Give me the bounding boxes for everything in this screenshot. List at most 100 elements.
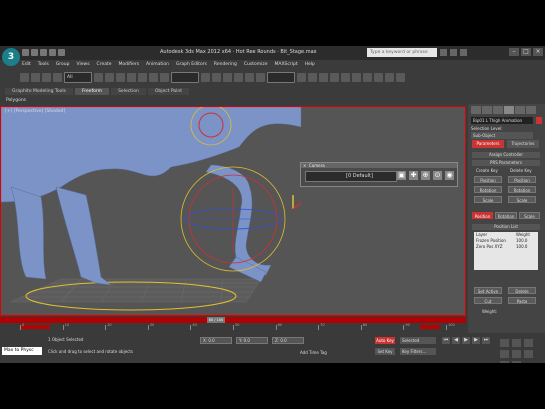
list-item[interactable]: Zero Pos XYZ 100.0 <box>474 244 538 250</box>
unlink-icon[interactable] <box>53 73 62 82</box>
rotation-tab[interactable]: Rotation <box>495 212 517 219</box>
zoom-extents-nav-icon[interactable] <box>524 339 533 347</box>
minimize-icon[interactable]: – <box>509 48 519 56</box>
prs-parameters-rollout[interactable]: PRS Parameters <box>472 160 540 166</box>
menu-create[interactable]: Create <box>97 61 112 69</box>
redo-tool-icon[interactable] <box>31 73 40 82</box>
create-position-key-button[interactable]: Position <box>474 176 502 183</box>
modify-tab-icon[interactable] <box>482 106 492 114</box>
position-tab[interactable]: Position <box>472 212 493 219</box>
tab-freeform[interactable]: Freeform <box>75 88 110 95</box>
redo-icon[interactable] <box>58 49 65 56</box>
key-filters-button[interactable]: Key Filters... <box>400 348 436 355</box>
schematic-icon[interactable] <box>352 73 361 82</box>
angle-snap-icon[interactable] <box>234 73 243 82</box>
set-key-button[interactable]: Set Key <box>375 348 395 355</box>
pivot-icon[interactable] <box>201 73 210 82</box>
fov-icon[interactable] <box>512 350 521 358</box>
help-icon[interactable] <box>460 49 467 56</box>
motion-tab-icon[interactable] <box>504 106 514 114</box>
auto-key-button[interactable]: Auto Key <box>375 337 395 344</box>
orbit-nav-icon[interactable] <box>500 361 509 363</box>
zoom-extents-all-icon[interactable] <box>500 350 509 358</box>
y-coord-field[interactable]: Y: 0.0 <box>236 337 268 344</box>
menu-animation[interactable]: Animation <box>146 61 169 69</box>
assign-controller-rollout[interactable]: Assign Controller <box>472 152 540 158</box>
menu-tools[interactable]: Tools <box>38 61 49 69</box>
delete-button[interactable]: Delete <box>508 287 536 294</box>
mirror-icon[interactable] <box>297 73 306 82</box>
perspective-viewport[interactable]: [+] [Perspective] [Shaded] <box>0 106 466 316</box>
close-icon[interactable]: × <box>533 48 543 56</box>
undo-icon[interactable] <box>49 49 56 56</box>
utilities-tab-icon[interactable] <box>526 106 536 114</box>
tab-graphite-modeling[interactable]: Graphite Modeling Tools <box>5 88 74 95</box>
graphite-icon[interactable] <box>330 73 339 82</box>
delete-rotation-key-button[interactable]: Rotation <box>508 186 536 193</box>
hierarchy-tab-icon[interactable] <box>493 106 503 114</box>
menu-rendering[interactable]: Rendering <box>214 61 237 69</box>
undo-tool-icon[interactable] <box>20 73 29 82</box>
position-list-rollout[interactable]: Position List <box>472 224 540 230</box>
x-coord-field[interactable]: X: 0.0 <box>200 337 232 344</box>
material-editor-icon[interactable] <box>363 73 372 82</box>
cut-button[interactable]: Cut <box>474 297 502 304</box>
pan-nav-icon[interactable] <box>524 350 533 358</box>
next-frame-icon[interactable]: ▶ <box>472 337 480 344</box>
parameters-button[interactable]: Parameters <box>472 140 504 148</box>
snap-icon[interactable] <box>223 73 232 82</box>
rect-region-icon[interactable] <box>116 73 125 82</box>
pan-icon[interactable]: ✚ <box>409 171 418 180</box>
tab-selection[interactable]: Selection <box>111 88 146 95</box>
selection-filter-dropdown[interactable]: All <box>64 72 92 83</box>
maximize-viewport-icon[interactable] <box>512 361 521 363</box>
new-icon[interactable] <box>22 49 29 56</box>
menu-help[interactable]: Help <box>305 61 315 69</box>
zoom-all-icon[interactable] <box>512 339 521 347</box>
search-input[interactable]: Type a keyword or phrase <box>367 48 437 57</box>
window-crossing-icon[interactable] <box>127 73 136 82</box>
scale-icon[interactable] <box>160 73 169 82</box>
save-icon[interactable] <box>40 49 47 56</box>
named-selection-dropdown[interactable] <box>267 72 295 83</box>
open-icon[interactable] <box>31 49 38 56</box>
key-mode-dropdown[interactable]: Selected <box>400 337 436 344</box>
go-to-end-icon[interactable]: ⏭ <box>482 337 490 344</box>
maximize-icon[interactable]: □ <box>521 48 531 56</box>
render-setup-icon[interactable] <box>374 73 383 82</box>
menu-maxscript[interactable]: MAXScript <box>275 61 298 69</box>
horse-model[interactable] <box>1 107 302 286</box>
object-name-field[interactable]: Bip01 L Thigh Animation <box>471 117 533 124</box>
display-tab-icon[interactable] <box>515 106 525 114</box>
scale-tab[interactable]: Scale <box>519 212 540 219</box>
link-icon[interactable] <box>42 73 51 82</box>
go-to-start-icon[interactable]: ⏮ <box>442 337 450 344</box>
app-logo-icon[interactable]: 3 <box>2 48 20 66</box>
menu-graph-editors[interactable]: Graph Editors <box>176 61 207 69</box>
camera-icon[interactable]: ▣ <box>397 171 406 180</box>
menu-modifiers[interactable]: Modifiers <box>119 61 140 69</box>
menu-customize[interactable]: Customize <box>244 61 268 69</box>
add-time-tag[interactable]: Add Time Tag <box>300 350 327 355</box>
align-icon[interactable] <box>308 73 317 82</box>
create-rotation-key-button[interactable]: Rotation <box>474 186 502 193</box>
floating-toolbar-header[interactable]: × Camera <box>301 163 457 168</box>
zoom-extents-icon[interactable]: ⊙ <box>433 171 442 180</box>
star-icon[interactable] <box>450 49 457 56</box>
menu-views[interactable]: Views <box>77 61 90 69</box>
binoculars-icon[interactable] <box>440 49 447 56</box>
layer-manager-icon[interactable] <box>319 73 328 82</box>
percent-snap-icon[interactable] <box>245 73 254 82</box>
delete-scale-key-button[interactable]: Scale <box>508 196 536 203</box>
zoom-nav-icon[interactable] <box>500 339 509 347</box>
manipulate-icon[interactable] <box>212 73 221 82</box>
floating-dropdown[interactable]: [0 Default] <box>305 171 397 182</box>
select-by-name-icon[interactable] <box>105 73 114 82</box>
trajectories-button[interactable]: Trajectories <box>507 140 539 148</box>
floating-close-icon[interactable]: × <box>303 163 306 168</box>
render-icon[interactable] <box>396 73 405 82</box>
set-active-button[interactable]: Set Active <box>474 287 502 294</box>
curve-editor-icon[interactable] <box>341 73 350 82</box>
selection-level-dropdown[interactable]: Sub-Object <box>471 132 533 139</box>
z-coord-field[interactable]: Z: 0.0 <box>272 337 304 344</box>
